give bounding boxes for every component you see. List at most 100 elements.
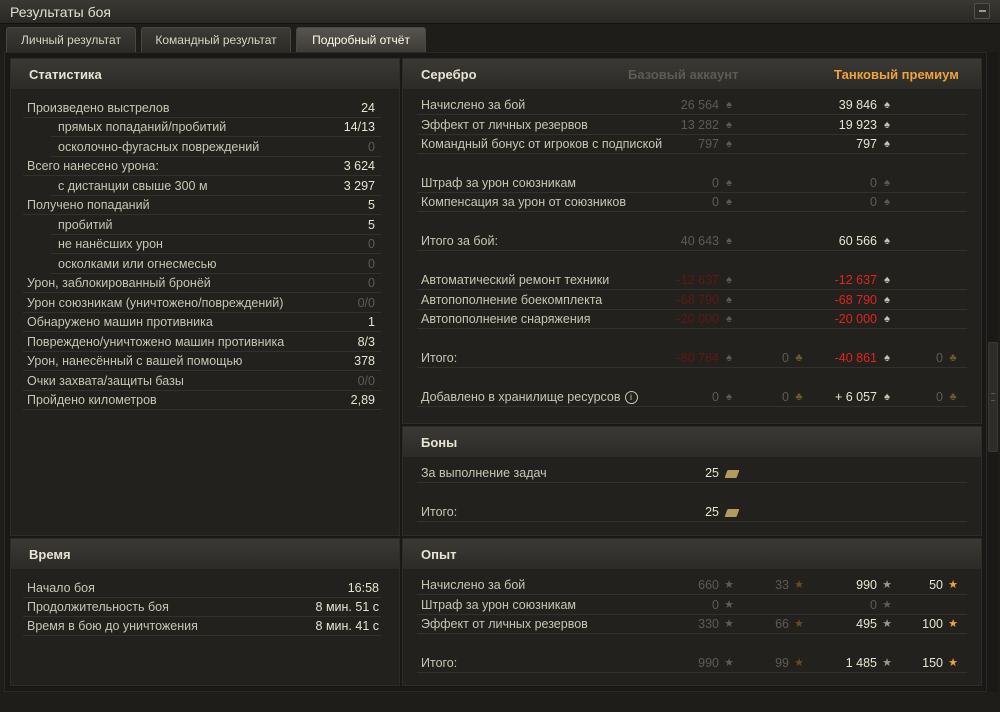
premium-xp-value: 1 485 <box>845 656 877 670</box>
silver-coin-icon: ♠ <box>884 119 890 131</box>
scrollbar-thumb[interactable] <box>988 342 998 452</box>
xp-star-icon: ★ <box>882 599 892 611</box>
gold-icon: ♣ <box>949 391 957 403</box>
row-separator <box>417 250 967 251</box>
bonds-value: 25 <box>705 505 719 519</box>
silver-label: Автопополнение боекомплекта <box>421 293 603 307</box>
silver-coin-icon: ♠ <box>726 177 732 189</box>
stat-label: Пройдено километров <box>27 393 157 407</box>
bonds-row: За выполнение задач 25 <box>403 464 981 483</box>
premium-xp-value: 990 <box>856 578 877 592</box>
stat-value: 0 <box>368 237 375 251</box>
tank-premium-column-header: Танковый премиум <box>834 67 959 82</box>
silver-row: Командный бонус от игроков с подпиской 79… <box>403 135 981 154</box>
stat-label: осколками или огнесмесью <box>58 257 217 271</box>
stat-value: 2,89 <box>350 393 375 407</box>
stat-value: 0/0 <box>357 296 375 310</box>
stat-label: Очки захвата/защиты базы <box>27 374 184 388</box>
stat-label: с дистанции свыше 300 м <box>58 179 208 193</box>
window-titlebar: Результаты боя <box>0 0 1000 24</box>
premium-free-xp-value: 50 <box>929 578 943 592</box>
statistics-title: Статистика <box>29 67 102 82</box>
premium-value: -40 861 <box>834 351 877 365</box>
stat-label: не нанёсших урон <box>58 237 163 251</box>
free-xp-star-icon: ★ <box>794 657 804 669</box>
premium-free-xp-value: 100 <box>922 617 943 631</box>
bond-icon <box>724 470 740 478</box>
stat-label: Произведено выстрелов <box>27 101 170 115</box>
gold-icon: ♣ <box>795 352 803 364</box>
time-header: Время <box>11 539 399 569</box>
base-account-value: 40 643 <box>680 234 719 248</box>
premium-value: 0 <box>870 195 877 209</box>
stat-row: Повреждено/уничтожено машин противника 8/… <box>11 333 399 352</box>
silver-coin-icon: ♠ <box>884 391 890 403</box>
experience-row: Начислено за бой 660 ★ 33 ★ 990 ★ 50 ★ <box>403 576 981 595</box>
stat-value: 0/0 <box>357 374 375 388</box>
silver-row: Начислено за бой 26 564 ♠ 39 846 ♠ <box>403 96 981 115</box>
silver-coin-icon: ♠ <box>884 177 890 189</box>
stat-value: 8/3 <box>357 335 375 349</box>
time-panel: Время Начало боя 16:58 Продолжительность б… <box>10 538 400 686</box>
stat-value: 378 <box>354 354 375 368</box>
stat-row: Пройдено километров 2,89 <box>11 391 399 410</box>
tab-personal-result[interactable]: Личный результат <box>6 27 136 52</box>
row-separator <box>417 328 967 329</box>
silver-label: Итого: <box>421 351 458 365</box>
bonds-label: Итого: <box>421 505 458 519</box>
premium-value: -12 637 <box>834 273 877 287</box>
silver-row: Итого: -80 784 ♠ -40 861 ♠ 0 ♣ 0 ♣ <box>403 349 981 368</box>
premium-value: 19 923 <box>838 118 877 132</box>
experience-title: Опыт <box>421 547 457 562</box>
row-separator <box>417 521 967 522</box>
premium-free-xp-value: 150 <box>922 656 943 670</box>
stat-row: Очки захвата/защиты базы 0/0 <box>11 372 399 391</box>
stat-value: 3 624 <box>343 159 375 173</box>
stat-row: осколочно-фугасных повреждений 0 <box>11 138 399 157</box>
bonds-label: За выполнение задач <box>421 466 547 480</box>
silver-coin-icon: ♠ <box>884 99 890 111</box>
time-row: Продолжительность боя 8 мин. 51 с <box>11 598 399 617</box>
base-xp-value: 330 <box>698 617 719 631</box>
row-separator <box>417 672 967 673</box>
row-separator <box>23 175 381 176</box>
info-icon[interactable]: i <box>624 391 638 405</box>
xp-star-icon: ★ <box>882 618 892 630</box>
silver-coin-icon: ♠ <box>726 119 732 131</box>
stat-row: Урон союзникам (уничтожено/повреждений) 0… <box>11 294 399 313</box>
stat-value: 14/13 <box>343 120 375 134</box>
silver-row: Автоматический ремонт техники -12 637 ♠ -12… <box>403 271 981 290</box>
row-separator <box>51 136 381 137</box>
premium-value: 797 <box>856 137 877 151</box>
premium-gold-value: 0 <box>936 351 943 365</box>
base-free-xp-value: 99 <box>775 656 789 670</box>
time-value: 16:58 <box>347 581 379 595</box>
base-xp-value: 990 <box>698 656 719 670</box>
tab-team-result[interactable]: Командный результат <box>141 27 291 52</box>
base-account-value: -68 790 <box>676 293 719 307</box>
base-account-value: 13 282 <box>680 118 719 132</box>
bonds-title: Боны <box>421 435 458 450</box>
silver-row: Штраф за урон союзникам 0 ♠ 0 ♠ <box>403 174 981 193</box>
xp-star-icon: ★ <box>724 657 734 669</box>
window-bottom-edge <box>0 692 1000 712</box>
free-xp-star-icon: ★ <box>948 618 958 630</box>
tab-detailed-report[interactable]: Подробный отчёт <box>296 27 426 52</box>
silver-row: Автопополнение снаряжения -20 000 ♠ -20 000… <box>403 310 981 329</box>
stat-row: Произведено выстрелов 24 <box>11 99 399 118</box>
premium-value: + 6 057 <box>834 390 877 404</box>
silver-coin-icon: ♠ <box>726 138 732 150</box>
stat-row: прямых попаданий/пробитий 14/13 <box>11 118 399 137</box>
minimize-icon[interactable] <box>974 3 990 19</box>
base-account-value: -80 784 <box>676 351 719 365</box>
stat-value: 0 <box>368 276 375 290</box>
time-value: 8 мин. 51 с <box>315 600 379 614</box>
experience-label: Эффект от личных резервов <box>421 617 588 631</box>
scrollbar[interactable] <box>986 52 998 692</box>
stat-label: прямых попаданий/пробитий <box>58 120 227 134</box>
row-separator <box>417 289 967 290</box>
stat-row: пробитий 5 <box>11 216 399 235</box>
silver-coin-icon: ♠ <box>726 196 732 208</box>
stat-label: Урон, нанесённый с вашей помощью <box>27 354 243 368</box>
silver-coin-icon: ♠ <box>884 138 890 150</box>
